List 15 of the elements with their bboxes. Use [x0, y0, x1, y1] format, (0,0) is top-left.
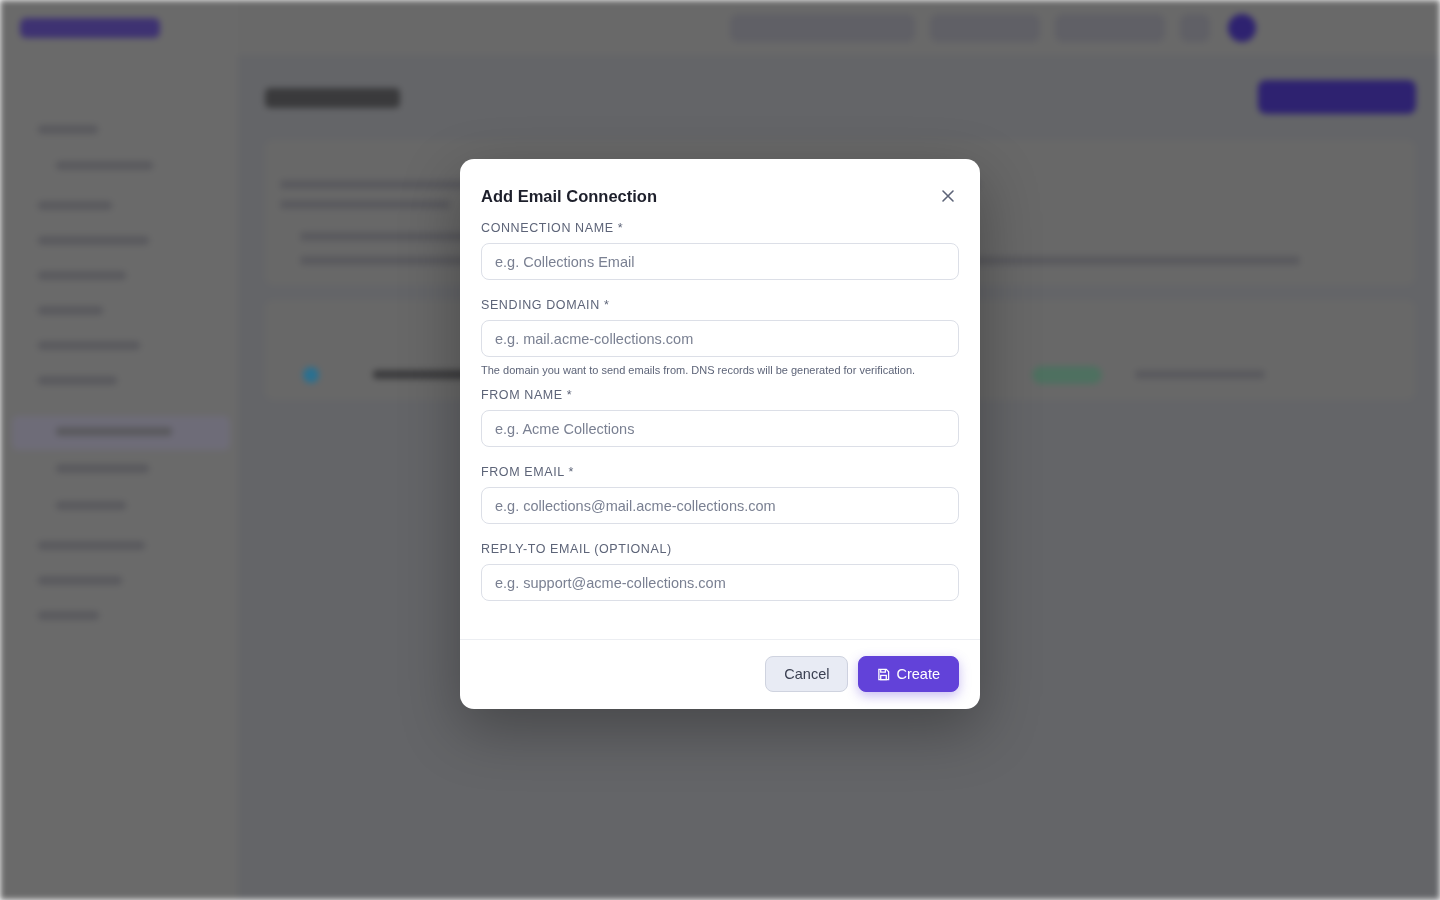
field-hint: The domain you want to send emails from. DNS records will be generated for verification. — [481, 364, 917, 376]
input-field[interactable]: e.g. Collections Email — [481, 243, 959, 280]
input-field[interactable]: e.g. Acme Collections — [481, 410, 959, 447]
field-label: FROM NAME * — [481, 388, 574, 402]
input-field[interactable]: e.g. mail.acme-collections.com — [481, 320, 959, 357]
input-field[interactable]: e.g. support@acme-collections.com — [481, 564, 959, 601]
field-label: REPLY-TO EMAIL (OPTIONAL) — [481, 542, 673, 556]
field-label: CONNECTION NAME * — [481, 221, 625, 235]
field-label: FROM EMAIL * — [481, 465, 575, 479]
cancel-button[interactable]: Cancel — [765, 656, 849, 692]
create-button[interactable]: Create — [858, 656, 959, 692]
save-icon — [877, 667, 891, 681]
dialog-title: Add Email Connection — [481, 186, 657, 206]
input-field[interactable]: e.g. collections@mail.acme-collections.com — [481, 487, 959, 524]
field-label: SENDING DOMAIN * — [481, 298, 611, 312]
